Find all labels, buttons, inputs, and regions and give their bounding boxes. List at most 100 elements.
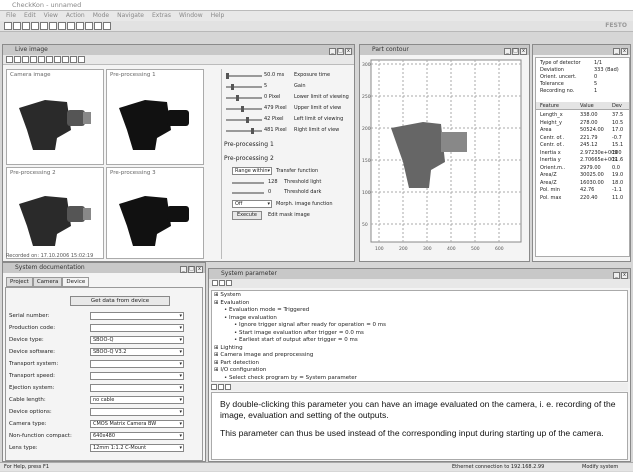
column-header[interactable]: Feature: [540, 103, 559, 109]
forward-icon[interactable]: [218, 384, 224, 390]
view3-icon[interactable]: [54, 56, 61, 63]
tree-node[interactable]: ⊞ Lighting: [214, 345, 625, 353]
chart-icon[interactable]: [85, 22, 93, 30]
parameter-slider[interactable]: [226, 130, 262, 132]
menu-item-window[interactable]: Window: [179, 12, 203, 19]
field-input[interactable]: SBOO-Q: [90, 336, 184, 344]
slider-thumb[interactable]: [231, 84, 234, 90]
close-button[interactable]: x: [196, 266, 203, 273]
grid-icon[interactable]: [67, 22, 75, 30]
back-icon[interactable]: [211, 384, 217, 390]
column-header[interactable]: Dev: [612, 103, 622, 109]
parameter-slider[interactable]: [226, 108, 262, 110]
field-input[interactable]: [90, 384, 184, 392]
print-icon[interactable]: [225, 384, 231, 390]
tree-node[interactable]: • Start image evaluation after trigger =…: [214, 330, 625, 338]
help-icon[interactable]: [103, 22, 111, 30]
tab-device[interactable]: Device: [62, 277, 89, 287]
tab-camera[interactable]: Camera: [33, 277, 63, 287]
field-input[interactable]: 640x480: [90, 432, 184, 440]
tree-node[interactable]: • Evaluation mode = Triggered: [214, 307, 625, 315]
minimize-button[interactable]: _: [329, 48, 336, 55]
parameter-tree[interactable]: ⊞ System⊞ Evaluation• Evaluation mode = …: [211, 290, 628, 382]
menu-item-extras[interactable]: Extras: [152, 12, 171, 19]
new-icon[interactable]: [4, 22, 12, 30]
field-input[interactable]: [90, 408, 184, 416]
menu-item-mode[interactable]: Mode: [93, 12, 109, 19]
field-input[interactable]: [90, 312, 184, 320]
tree-node[interactable]: ⊞ I/O configuration: [214, 367, 625, 375]
minimize-button[interactable]: _: [613, 272, 620, 279]
close-button[interactable]: x: [520, 48, 527, 55]
table-icon[interactable]: [76, 22, 84, 30]
tree-node[interactable]: ⊞ System: [214, 292, 625, 300]
expand-icon[interactable]: [212, 280, 218, 286]
view1-icon[interactable]: [38, 56, 45, 63]
get-data-button[interactable]: Get data from device: [70, 296, 170, 306]
maximize-button[interactable]: □: [512, 48, 519, 55]
copy-icon[interactable]: [70, 56, 77, 63]
search-icon[interactable]: [62, 56, 69, 63]
play-icon[interactable]: [6, 56, 13, 63]
threshold-slider[interactable]: [232, 182, 264, 184]
minimize-button[interactable]: _: [180, 266, 187, 273]
tree-node[interactable]: • Ignore trigger signal after ready for …: [214, 322, 625, 330]
export-icon[interactable]: [78, 56, 85, 63]
field-input[interactable]: SBOO-Q V3.2: [90, 348, 184, 356]
column-header[interactable]: Value: [580, 103, 594, 109]
camera-icon[interactable]: [40, 22, 48, 30]
stop-icon[interactable]: [14, 56, 21, 63]
pre-processing-2-toggle[interactable]: Pre-processing 2: [224, 155, 274, 162]
zoom-icon[interactable]: [30, 56, 37, 63]
execute-button[interactable]: Execute: [232, 211, 262, 220]
view2-icon[interactable]: [46, 56, 53, 63]
minimize-button[interactable]: _: [613, 48, 620, 55]
menu-item-edit[interactable]: Edit: [24, 12, 36, 19]
open-icon[interactable]: [13, 22, 21, 30]
print-icon[interactable]: [31, 22, 39, 30]
tree-node[interactable]: ⊞ Part detection: [214, 360, 625, 368]
parameter-slider[interactable]: [226, 97, 262, 99]
camera-image-panel[interactable]: Camera image: [6, 69, 104, 165]
close-button[interactable]: x: [345, 48, 352, 55]
field-input[interactable]: [90, 360, 184, 368]
field-input[interactable]: CMOS Matrix Camera BW: [90, 420, 184, 428]
slider-thumb[interactable]: [246, 117, 249, 123]
tab-project[interactable]: Project: [6, 277, 33, 287]
pre2-image-panel[interactable]: Pre-processing 2: [6, 167, 104, 259]
maximize-button[interactable]: □: [188, 266, 195, 273]
pre1-image-panel[interactable]: Pre-processing 1: [106, 69, 204, 165]
field-input[interactable]: [90, 372, 184, 380]
contour-plot[interactable]: 30025020015010050100200300400500600: [361, 56, 529, 261]
pre-processing-1-toggle[interactable]: Pre-processing 1: [224, 141, 274, 148]
collapse-icon[interactable]: [219, 280, 225, 286]
range-select[interactable]: Range within: [232, 167, 272, 175]
slider-thumb[interactable]: [241, 106, 244, 112]
pre3-image-panel[interactable]: Pre-processing 3: [106, 167, 204, 259]
tree-node[interactable]: • Select check program by = System param…: [214, 375, 625, 383]
slider-thumb[interactable]: [236, 95, 239, 101]
minimize-button[interactable]: _: [504, 48, 511, 55]
save-icon[interactable]: [22, 22, 30, 30]
tree-node[interactable]: • Earliest start of output after trigger…: [214, 337, 625, 345]
slider-thumb[interactable]: [251, 128, 254, 134]
upload-icon[interactable]: [49, 22, 57, 30]
menu-item-navigate[interactable]: Navigate: [117, 12, 144, 19]
field-input[interactable]: [90, 324, 184, 332]
tree-node[interactable]: • Image evaluation: [214, 315, 625, 323]
menu-item-file[interactable]: File: [6, 12, 16, 19]
parameter-slider[interactable]: [226, 75, 262, 77]
morph-select[interactable]: Off: [232, 200, 272, 208]
menu-item-view[interactable]: View: [44, 12, 58, 19]
tree-node[interactable]: ⊞ Evaluation: [214, 300, 625, 308]
edit-icon[interactable]: [226, 280, 232, 286]
download-icon[interactable]: [58, 22, 66, 30]
threshold-slider[interactable]: [232, 192, 264, 194]
field-input[interactable]: no cable: [90, 396, 184, 404]
close-button[interactable]: x: [621, 48, 628, 55]
settings-icon[interactable]: [94, 22, 102, 30]
close-button[interactable]: x: [621, 272, 628, 279]
maximize-button[interactable]: □: [337, 48, 344, 55]
tree-node[interactable]: ⊞ Camera image and preprocessing: [214, 352, 625, 360]
menu-item-action[interactable]: Action: [66, 12, 85, 19]
